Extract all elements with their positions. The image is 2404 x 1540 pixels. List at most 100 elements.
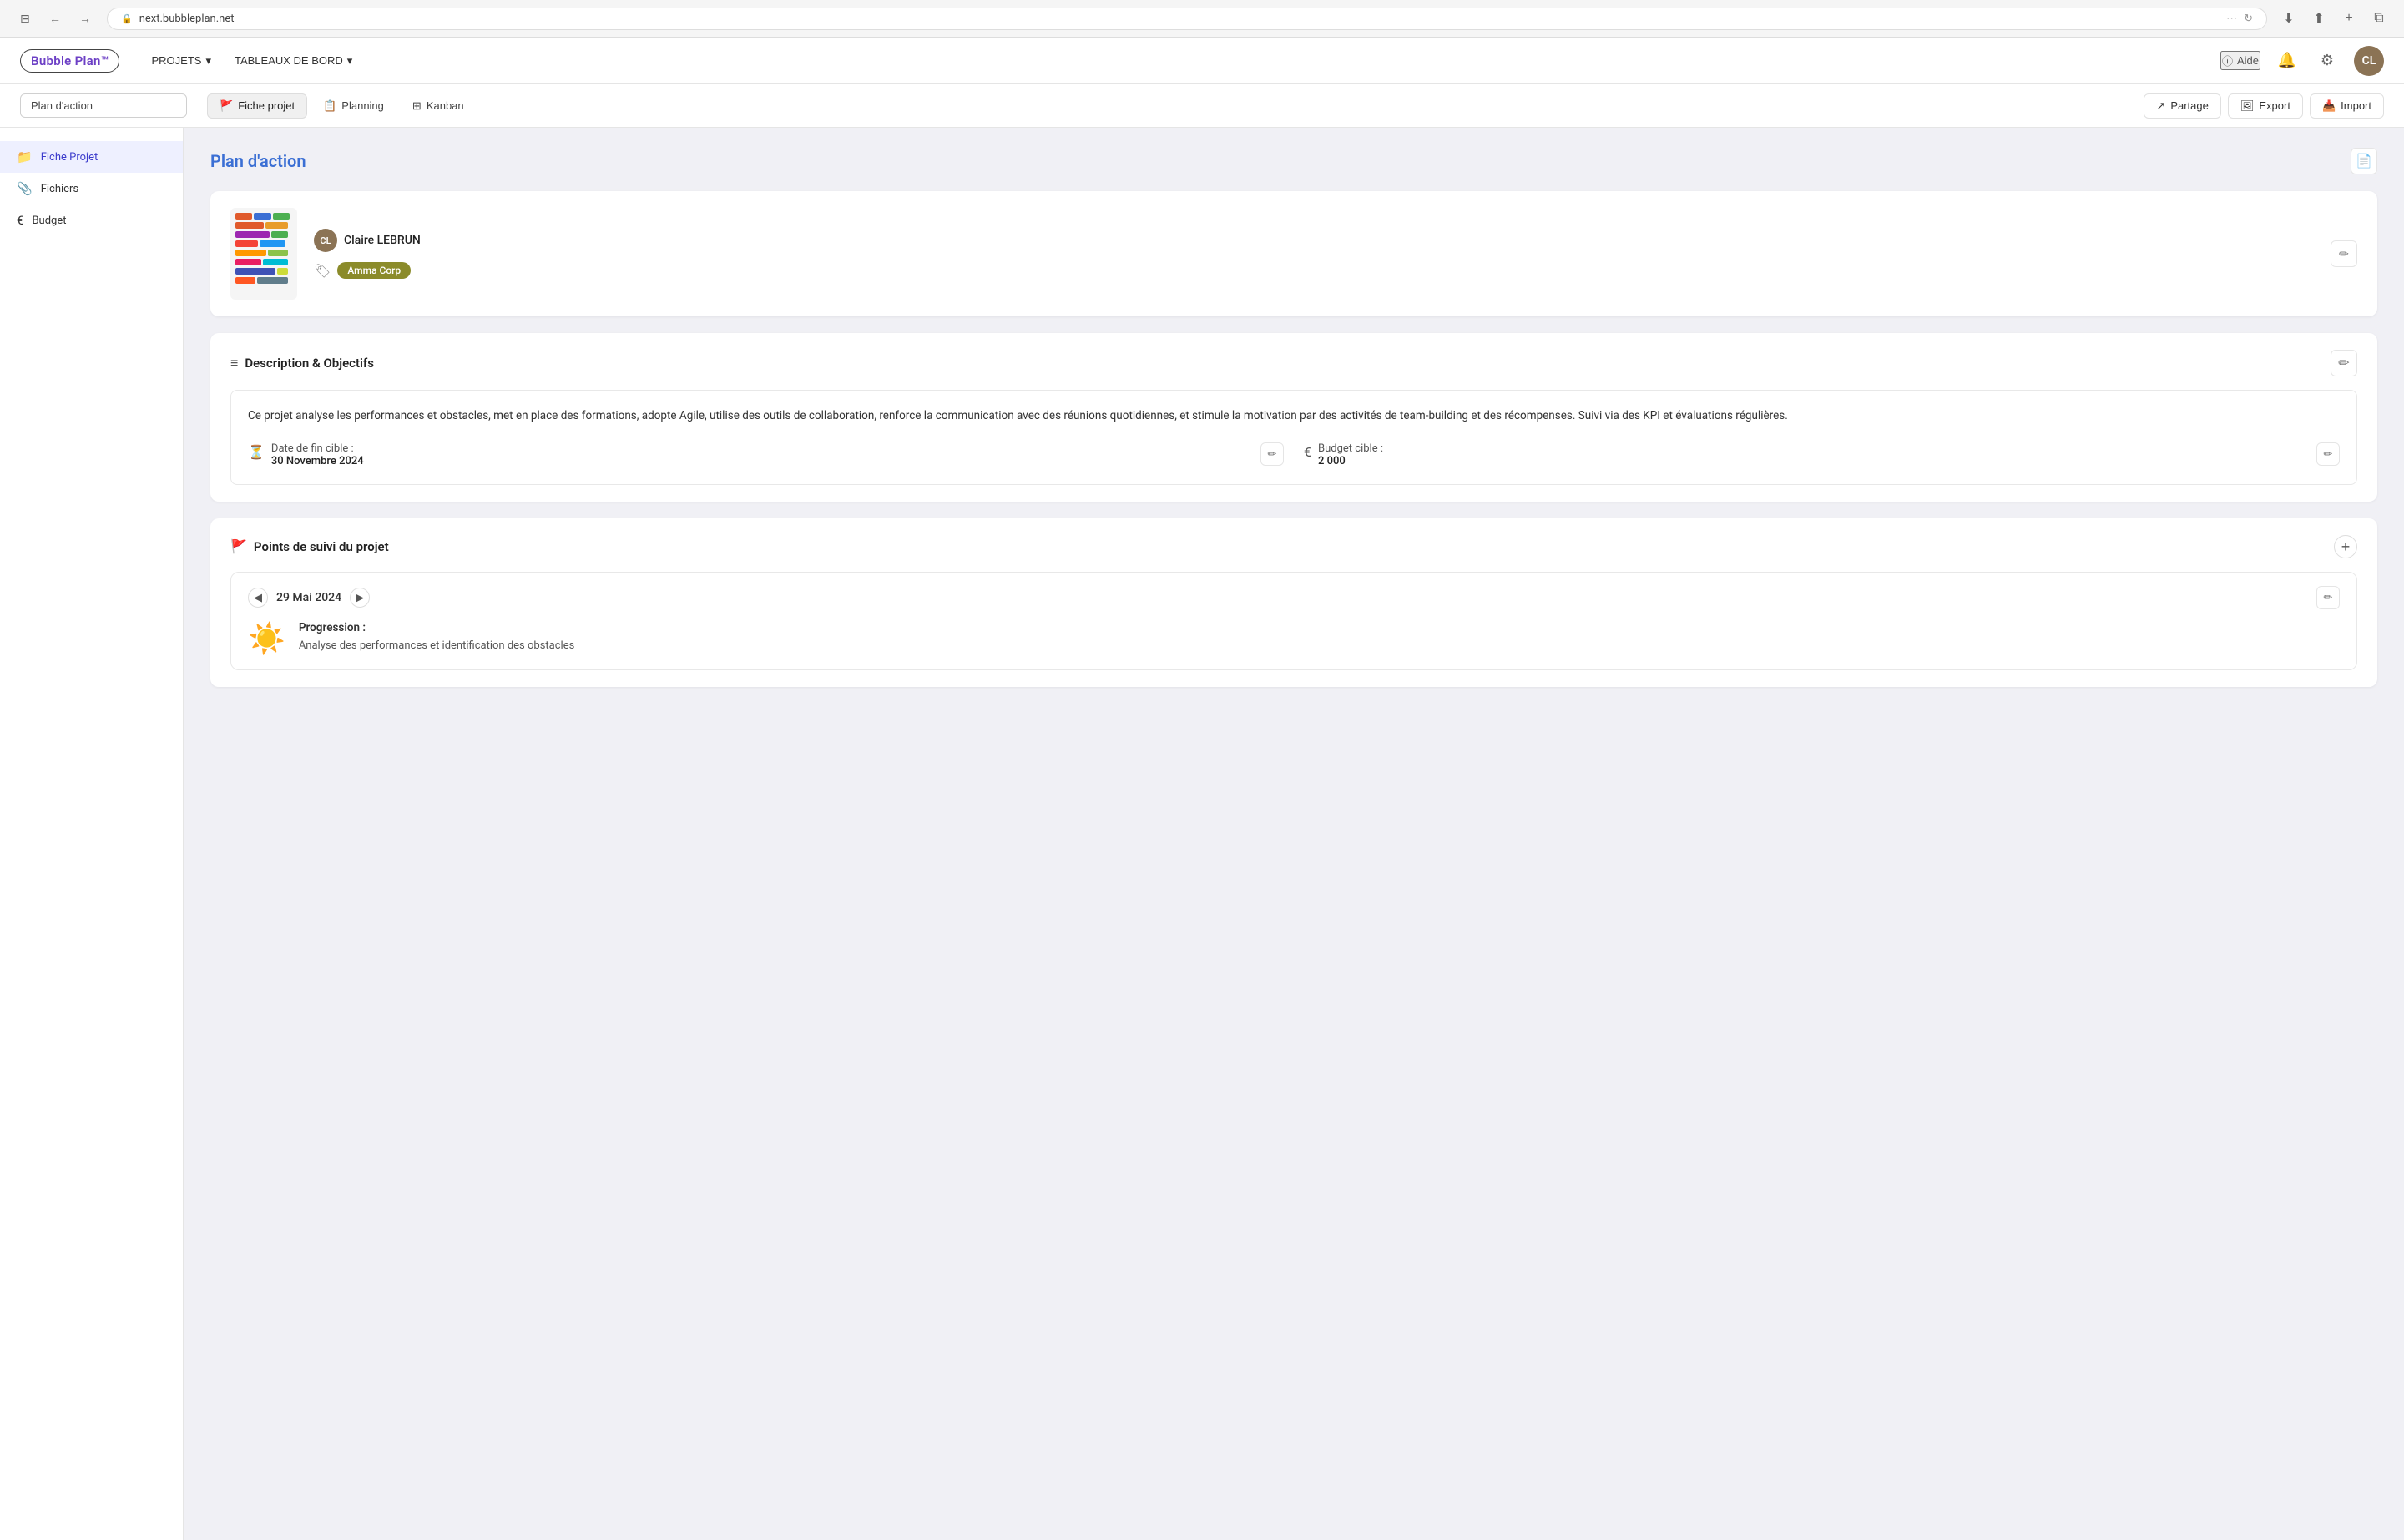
planning-icon: 📋 [323,99,336,113]
header-right: ⓘ Aide 🔔 ⚙ CL [2220,46,2384,76]
url-text: next.bubbleplan.net [139,13,235,25]
export-label: Export [2259,99,2290,112]
euro-budget-icon: € [1304,444,1311,460]
pencil-icon: ✏ [2339,247,2349,261]
window-minimize-btn[interactable]: ⊟ [13,7,37,30]
suivi-section-card: 🚩 Points de suivi du projet + ◀ 29 Mai 2… [210,518,2377,687]
pdf-icon: 📄 [2356,153,2372,169]
notification-btn[interactable]: 🔔 [2274,48,2300,74]
tab-fiche-projet[interactable]: 🚩 Fiche projet [207,93,307,119]
sidebar-item-fiche-projet[interactable]: 📁 Fiche Projet [0,141,183,173]
meta-fields: ⏳ Date de fin cible : 30 Novembre 2024 ✏… [248,442,2340,467]
settings-btn[interactable]: ⚙ [2314,48,2341,74]
reload-icon[interactable]: ↻ [2244,13,2253,25]
new-tab-icon[interactable]: + [2337,7,2361,30]
nav-tableaux-de-bord[interactable]: TABLEAUX DE BORD ▾ [223,38,364,84]
project-pdf-btn[interactable]: 📄 [2351,148,2377,174]
suivi-nav: ◀ 29 Mai 2024 ▶ ✏ [248,586,2340,609]
folder-icon: 📁 [17,149,33,164]
import-icon: 📥 [2322,99,2336,113]
sidebar: 📁 Fiche Projet 📎 Fichiers € Budget [0,128,184,1540]
tag-icon: 🏷 [314,263,331,279]
tab-kanban[interactable]: ⊞ Kanban [400,93,477,119]
suivi-next-btn[interactable]: ▶ [350,588,370,608]
suivi-text: Progression : Analyse des performances e… [299,621,2340,654]
sidebar-budget-label: Budget [32,215,66,227]
description-content-card: Ce projet analyse les performances et ob… [230,390,2357,485]
suivi-entry: ◀ 29 Mai 2024 ▶ ✏ ☀️ Progression : [230,572,2357,670]
suivi-content: ☀️ Progression : Analyse des performance… [248,621,2340,656]
description-title: ≡ Description & Objectifs [230,355,374,371]
logo-text: Bubble Plan™ [20,49,119,73]
tab-kanban-label: Kanban [427,99,464,112]
description-section-header: ≡ Description & Objectifs ✏ [230,350,2357,376]
second-toolbar: 🚩 Fiche projet 📋 Planning ⊞ Kanban ↗ Par… [0,84,2404,128]
browser-actions: ⬇ ⬆ + ⧉ [2277,7,2391,30]
description-edit-btn[interactable]: ✏ [2331,350,2357,376]
date-edit-btn[interactable]: ✏ [1260,442,1284,466]
partage-label: Partage [2170,99,2209,112]
project-owner-row: CL Claire LEBRUN [314,229,2314,252]
user-avatar[interactable]: CL [2354,46,2384,76]
tabs-icon[interactable]: ⧉ [2367,7,2391,30]
nav-back-btn[interactable]: ← [43,7,67,30]
tableaux-label: TABLEAUX DE BORD [235,54,343,67]
chevron-left-icon: ◀ [254,591,262,604]
date-field: ⏳ Date de fin cible : 30 Novembre 2024 ✏ [248,442,1284,467]
address-bar[interactable]: 🔒 next.bubbleplan.net ⋯ ↻ [107,8,2267,30]
download-icon[interactable]: ⬇ [2277,7,2300,30]
chevron-right-icon: ▶ [356,591,364,604]
tableaux-chevron-icon: ▾ [347,54,353,68]
share-icon[interactable]: ⬆ [2307,7,2331,30]
suivi-title: 🚩 Points de suivi du projet [230,538,389,554]
kanban-icon: ⊞ [412,99,422,113]
suivi-progression-text: Analyse des performances et identificati… [299,638,2340,654]
project-meta: CL Claire LEBRUN 🏷 Amma Corp [314,229,2314,279]
project-search-input[interactable] [20,93,187,118]
sidebar-fiche-label: Fiche Projet [41,151,98,164]
project-edit-btn[interactable]: ✏ [2331,240,2357,267]
plus-icon: + [2341,539,2351,554]
page-title: Plan d'action [210,151,306,171]
import-btn[interactable]: 📥 Import [2310,93,2384,119]
budget-label: Budget cible : [1318,442,2310,455]
hourglass-icon: ⏳ [248,444,265,460]
budget-edit-btn[interactable]: ✏ [2316,442,2340,466]
suivi-date: 29 Mai 2024 [276,591,341,604]
tag-badge: Amma Corp [337,262,411,279]
tab-planning-label: Planning [341,99,384,112]
nav-forward-btn[interactable]: → [73,7,97,30]
suivi-prev-btn[interactable]: ◀ [248,588,268,608]
budget-content: Budget cible : 2 000 [1318,442,2310,467]
project-tags-row: 🏷 Amma Corp [314,262,2314,279]
flag-suivi-icon: 🚩 [230,538,247,554]
paperclip-icon: 📎 [17,181,33,196]
sidebar-item-budget[interactable]: € Budget [0,204,183,236]
tab-fiche-label: Fiche projet [238,99,295,112]
date-pencil-icon: ✏ [1268,447,1277,461]
project-title-row: Plan d'action 📄 [210,148,2377,174]
description-pencil-icon: ✏ [2338,355,2349,371]
bell-icon: 🔔 [2278,52,2296,69]
suivi-edit-btn[interactable]: ✏ [2316,586,2340,609]
date-label: Date de fin cible : [271,442,1254,455]
flag-icon: 🚩 [220,99,233,113]
sidebar-fichiers-label: Fichiers [41,183,78,195]
main-layout: 📁 Fiche Projet 📎 Fichiers € Budget Plan … [0,128,2404,1540]
logo[interactable]: Bubble Plan™ [20,49,119,73]
partage-btn[interactable]: ↗ Partage [2144,93,2220,119]
import-label: Import [2341,99,2371,112]
help-label: Aide [2237,54,2259,67]
lock-icon: 🔒 [121,13,133,24]
suivi-title-text: Points de suivi du projet [254,539,389,554]
suivi-pencil-icon: ✏ [2324,591,2333,604]
suivi-date-nav: ◀ 29 Mai 2024 ▶ [248,588,370,608]
description-text: Ce projet analyse les performances et ob… [248,407,2340,426]
help-button[interactable]: ⓘ Aide [2220,51,2260,70]
export-btn[interactable]: 🖼 Export [2228,93,2303,119]
tab-planning[interactable]: 📋 Planning [311,93,396,119]
nav-projets[interactable]: PROJETS ▾ [139,38,223,84]
suivi-add-btn[interactable]: + [2334,535,2357,558]
toolbar-right: ↗ Partage 🖼 Export 📥 Import [2144,93,2384,119]
sidebar-item-fichiers[interactable]: 📎 Fichiers [0,173,183,204]
